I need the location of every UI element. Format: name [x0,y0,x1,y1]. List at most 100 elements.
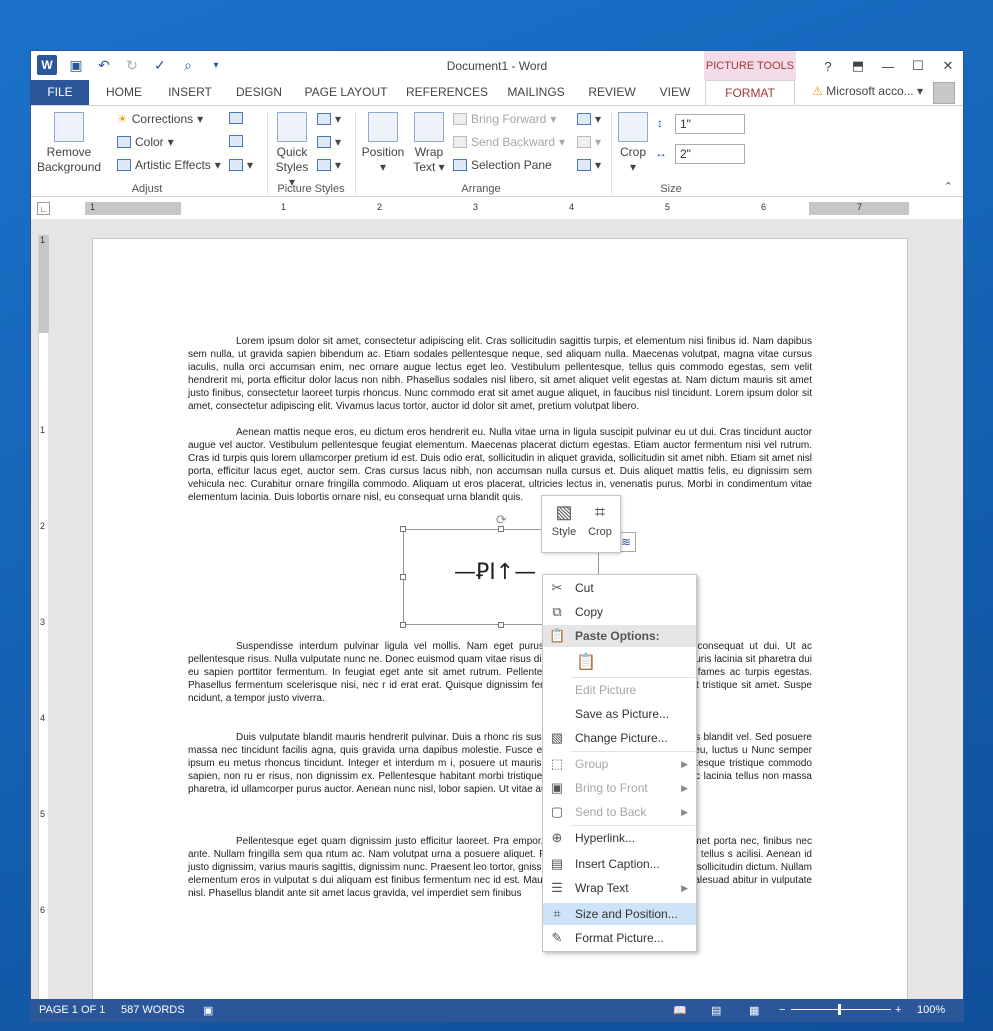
tab-mailings[interactable]: MAILINGS [503,80,569,105]
resize-handle[interactable] [400,574,406,580]
position-button[interactable]: Position ▾ [359,112,407,175]
page-count[interactable]: PAGE 1 OF 1 [39,1004,105,1016]
zoom-slider[interactable] [791,1009,891,1010]
document-page[interactable]: Lorem ipsum dolor sit amet, consectetur … [92,238,908,1021]
paste-keep-icon[interactable]: 📋 [575,651,597,673]
paragraph[interactable]: Duis vulputate blandit mauris hendrerit … [188,731,812,796]
shape-height-input[interactable] [675,114,745,134]
tab-insert[interactable]: INSERT [165,80,215,105]
account-name[interactable]: ⚠ Microsoft acco... ▾ [812,84,923,98]
remove-background-button[interactable]: Remove Background [37,112,101,175]
vertical-ruler[interactable]: 1 1 2 3 4 5 6 [38,235,49,999]
wrap-text-button[interactable]: Wrap Text ▾ [411,112,447,175]
crop-button[interactable]: Crop ▾ [615,112,651,175]
group-icon[interactable]: ▾ [577,135,601,149]
menu-bring-to-front[interactable]: ▣ Bring to Front ▶ [543,777,696,799]
close-icon[interactable]: ✕ [933,51,963,81]
minimize-icon[interactable]: — [873,51,903,81]
avatar[interactable] [933,82,955,104]
zoom-slider-thumb[interactable] [838,1004,841,1015]
color-button[interactable]: Color ▾ [117,135,174,149]
tab-page-layout[interactable]: PAGE LAYOUT [303,80,389,105]
menu-edit-picture[interactable]: Edit Picture [543,679,696,701]
send-backward-button[interactable]: Send Backward ▾ [453,135,565,149]
menu-label: Group [575,757,609,771]
change-picture-icon[interactable] [229,135,243,147]
picture-layout-icon[interactable]: ▾ [317,158,341,172]
compress-pictures-icon[interactable] [229,112,243,124]
tab-format[interactable]: FORMAT [705,80,795,105]
shape-width-input[interactable] [675,144,745,164]
bring-forward-button[interactable]: Bring Forward ▾ [453,112,556,126]
selection-pane-button[interactable]: Selection Pane [453,158,552,172]
menu-label: Wrap Text [575,881,629,895]
zoom-out-icon[interactable]: − [779,1004,785,1016]
proofing-icon[interactable]: ▣ [203,1004,213,1017]
paragraph[interactable]: Pellentesque eget quam dignissim justo e… [188,835,812,900]
mini-crop-button[interactable]: ⌗ Crop [582,502,618,538]
resize-handle[interactable] [498,622,504,628]
paragraph[interactable]: Suspendisse interdum pulvinar ligula vel… [188,640,812,705]
color-label: Color [135,135,164,149]
menu-wrap-text[interactable]: ☰ Wrap Text ▶ [543,877,696,899]
mini-crop-label: Crop [588,526,612,538]
rotate-icon[interactable]: ▾ [577,158,601,172]
menu-cut[interactable]: ✂ Cut [543,577,696,599]
tab-file[interactable]: FILE [31,80,89,105]
reset-picture-icon[interactable]: ▾ [229,158,253,172]
web-layout-icon[interactable]: ▦ [749,1004,759,1017]
menu-label: Format Picture... [575,931,664,945]
corrections-button[interactable]: ☀ Corrections ▾ [117,112,203,126]
paragraph[interactable]: Aenean mattis neque eros, eu dictum eros… [188,426,812,504]
word-count[interactable]: 587 WORDS [121,1004,185,1016]
menu-insert-caption[interactable]: ▤ Insert Caption... [543,853,696,875]
horizontal-ruler[interactable]: 1 1 2 3 4 5 6 7 [85,202,909,215]
menu-group[interactable]: ⬚ Group ▶ [543,753,696,775]
picture-border-icon[interactable]: ▾ [317,112,341,126]
tab-selector-icon[interactable]: ∟ [37,202,50,215]
zoom-level[interactable]: 100% [917,1004,945,1016]
help-icon[interactable]: ? [813,51,843,81]
vruler-mark: 1 [40,235,46,245]
menu-copy[interactable]: ⧉ Copy [543,601,696,623]
quick-styles-button[interactable]: Quick Styles ▾ [271,112,313,190]
menu-size-and-position[interactable]: ⌗ Size and Position... [543,903,696,925]
menu-label: Send to Back [575,805,647,819]
remove-background-label: Remove Background [37,145,102,174]
vruler-mark: 5 [40,809,46,819]
resize-handle[interactable] [498,526,504,532]
artistic-effects-icon [117,159,131,171]
picture-effects-icon[interactable]: ▾ [317,135,341,149]
document-area[interactable]: 1 1 2 3 4 5 6 Lorem ipsum dolor sit amet… [31,219,963,1021]
resize-handle[interactable] [400,622,406,628]
resize-handle[interactable] [400,526,406,532]
menu-change-picture[interactable]: ▧ Change Picture... [543,727,696,749]
menu-hyperlink[interactable]: ⊕ Hyperlink... [543,827,696,849]
send-backward-icon [453,136,467,148]
read-mode-icon[interactable]: 📖 [673,1004,687,1017]
tab-design[interactable]: DESIGN [231,80,287,105]
zoom-in-icon[interactable]: + [895,1004,901,1016]
print-layout-icon[interactable]: ▤ [711,1004,721,1017]
group-icon: ⬚ [550,756,564,771]
menu-label: Insert Caption... [575,857,660,871]
collapse-ribbon-icon[interactable]: ⌃ [944,180,953,193]
menu-send-to-back[interactable]: ▢ Send to Back ▶ [543,801,696,823]
tab-references[interactable]: REFERENCES [405,80,489,105]
picture-tools-label: PICTURE TOOLS [704,51,796,81]
tab-review[interactable]: REVIEW [585,80,639,105]
menu-save-as-picture[interactable]: Save as Picture... [543,703,696,725]
tab-home[interactable]: HOME [99,80,149,105]
style-label: Style [551,526,577,538]
paragraph[interactable]: Lorem ipsum dolor sit amet, consectetur … [188,335,812,413]
ribbon-display-icon[interactable]: ⬒ [843,51,873,81]
tab-view[interactable]: VIEW [653,80,697,105]
style-button[interactable]: ▧ Style [546,502,582,538]
context-menu: ✂ Cut ⧉ Copy 📋 Paste Options: 📋 Edit Pictur… [542,574,697,952]
align-icon[interactable]: ▾ [577,112,601,126]
artistic-effects-button[interactable]: Artistic Effects ▾ [117,158,221,172]
menu-format-picture[interactable]: ✎ Format Picture... [543,927,696,949]
menu-label: Bring to Front [575,781,648,795]
maximize-icon[interactable]: ☐ [903,51,933,81]
menu-label: Edit Picture [575,683,637,697]
